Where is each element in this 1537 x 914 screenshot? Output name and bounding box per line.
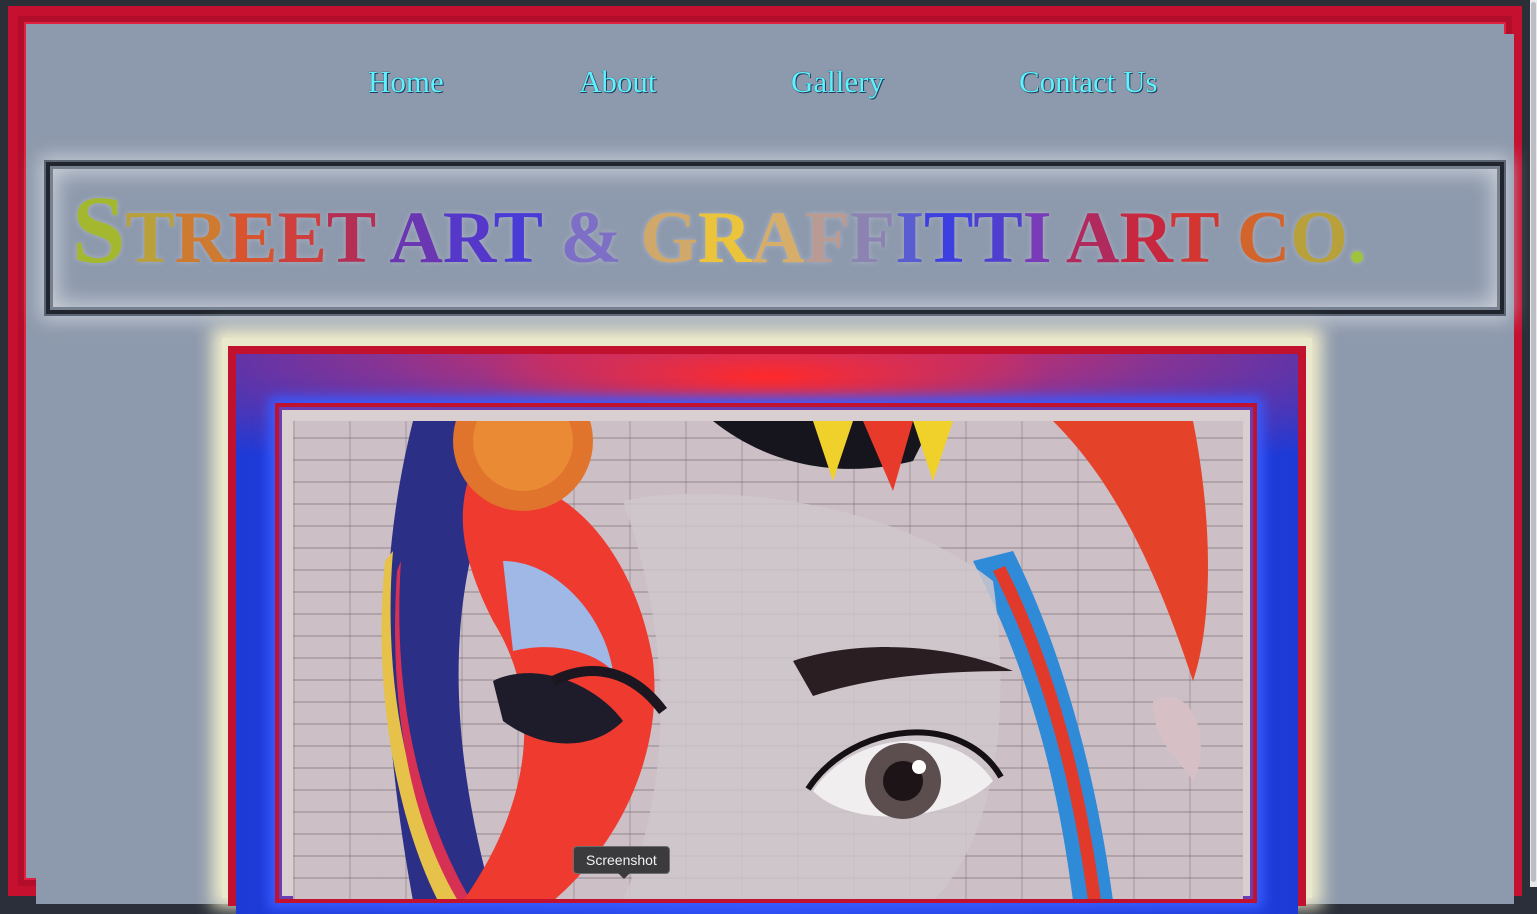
browser-viewport: Home About Gallery Contact Us STREET ART…: [0, 0, 1537, 914]
title-letter: C: [1236, 197, 1291, 279]
title-letter: F: [804, 197, 851, 279]
title-letter: R: [697, 197, 752, 279]
title-letter: T: [125, 197, 175, 279]
title-letter: F: [850, 197, 896, 279]
nav-link-home[interactable]: Home: [368, 64, 444, 100]
title-letter: R: [174, 197, 229, 279]
title-letter: [1218, 197, 1237, 279]
graffiti-artwork-image: [293, 421, 1243, 899]
title-letter: R: [1119, 197, 1171, 279]
vertical-scrollbar[interactable]: [1530, 0, 1537, 887]
scrollbar-thumb[interactable]: [1531, 2, 1536, 882]
title-letter: T: [924, 197, 974, 279]
title-letter: &: [560, 197, 622, 279]
title-letter: A: [389, 197, 443, 279]
title-banner: STREET ART & GRAFFITTI ART CO.: [46, 162, 1504, 314]
title-letter: T: [493, 197, 542, 279]
graffiti-mural-illustration: [381, 421, 1208, 899]
title-letter: [542, 197, 561, 279]
title-letter: R: [442, 197, 494, 279]
title-letter: I: [1022, 197, 1052, 279]
artwork-frame-inner: [275, 403, 1257, 903]
nav-link-about[interactable]: About: [579, 64, 657, 100]
site-title: STREET ART & GRAFFITTI ART CO.: [72, 182, 1366, 278]
main-nav: Home About Gallery Contact Us: [36, 64, 1514, 114]
title-letter: [622, 197, 641, 279]
nav-link-gallery[interactable]: Gallery: [791, 64, 884, 100]
title-letter: [1052, 197, 1066, 279]
title-letter: O: [1290, 197, 1348, 279]
nav-link-contact-us[interactable]: Contact Us: [1019, 64, 1158, 100]
title-letter: E: [228, 197, 278, 279]
title-letter: .: [1347, 197, 1367, 279]
title-letter: [375, 197, 389, 279]
title-letter: I: [895, 197, 925, 279]
title-letter: T: [1170, 197, 1219, 279]
title-letter: T: [973, 197, 1023, 279]
title-letter: E: [277, 197, 327, 279]
screenshot-tooltip: Screenshot: [573, 846, 670, 879]
title-letter: A: [751, 197, 805, 279]
title-letter: G: [640, 197, 698, 279]
title-letter: S: [72, 176, 126, 283]
title-letter: A: [1066, 197, 1120, 279]
title-letter: T: [326, 197, 375, 279]
